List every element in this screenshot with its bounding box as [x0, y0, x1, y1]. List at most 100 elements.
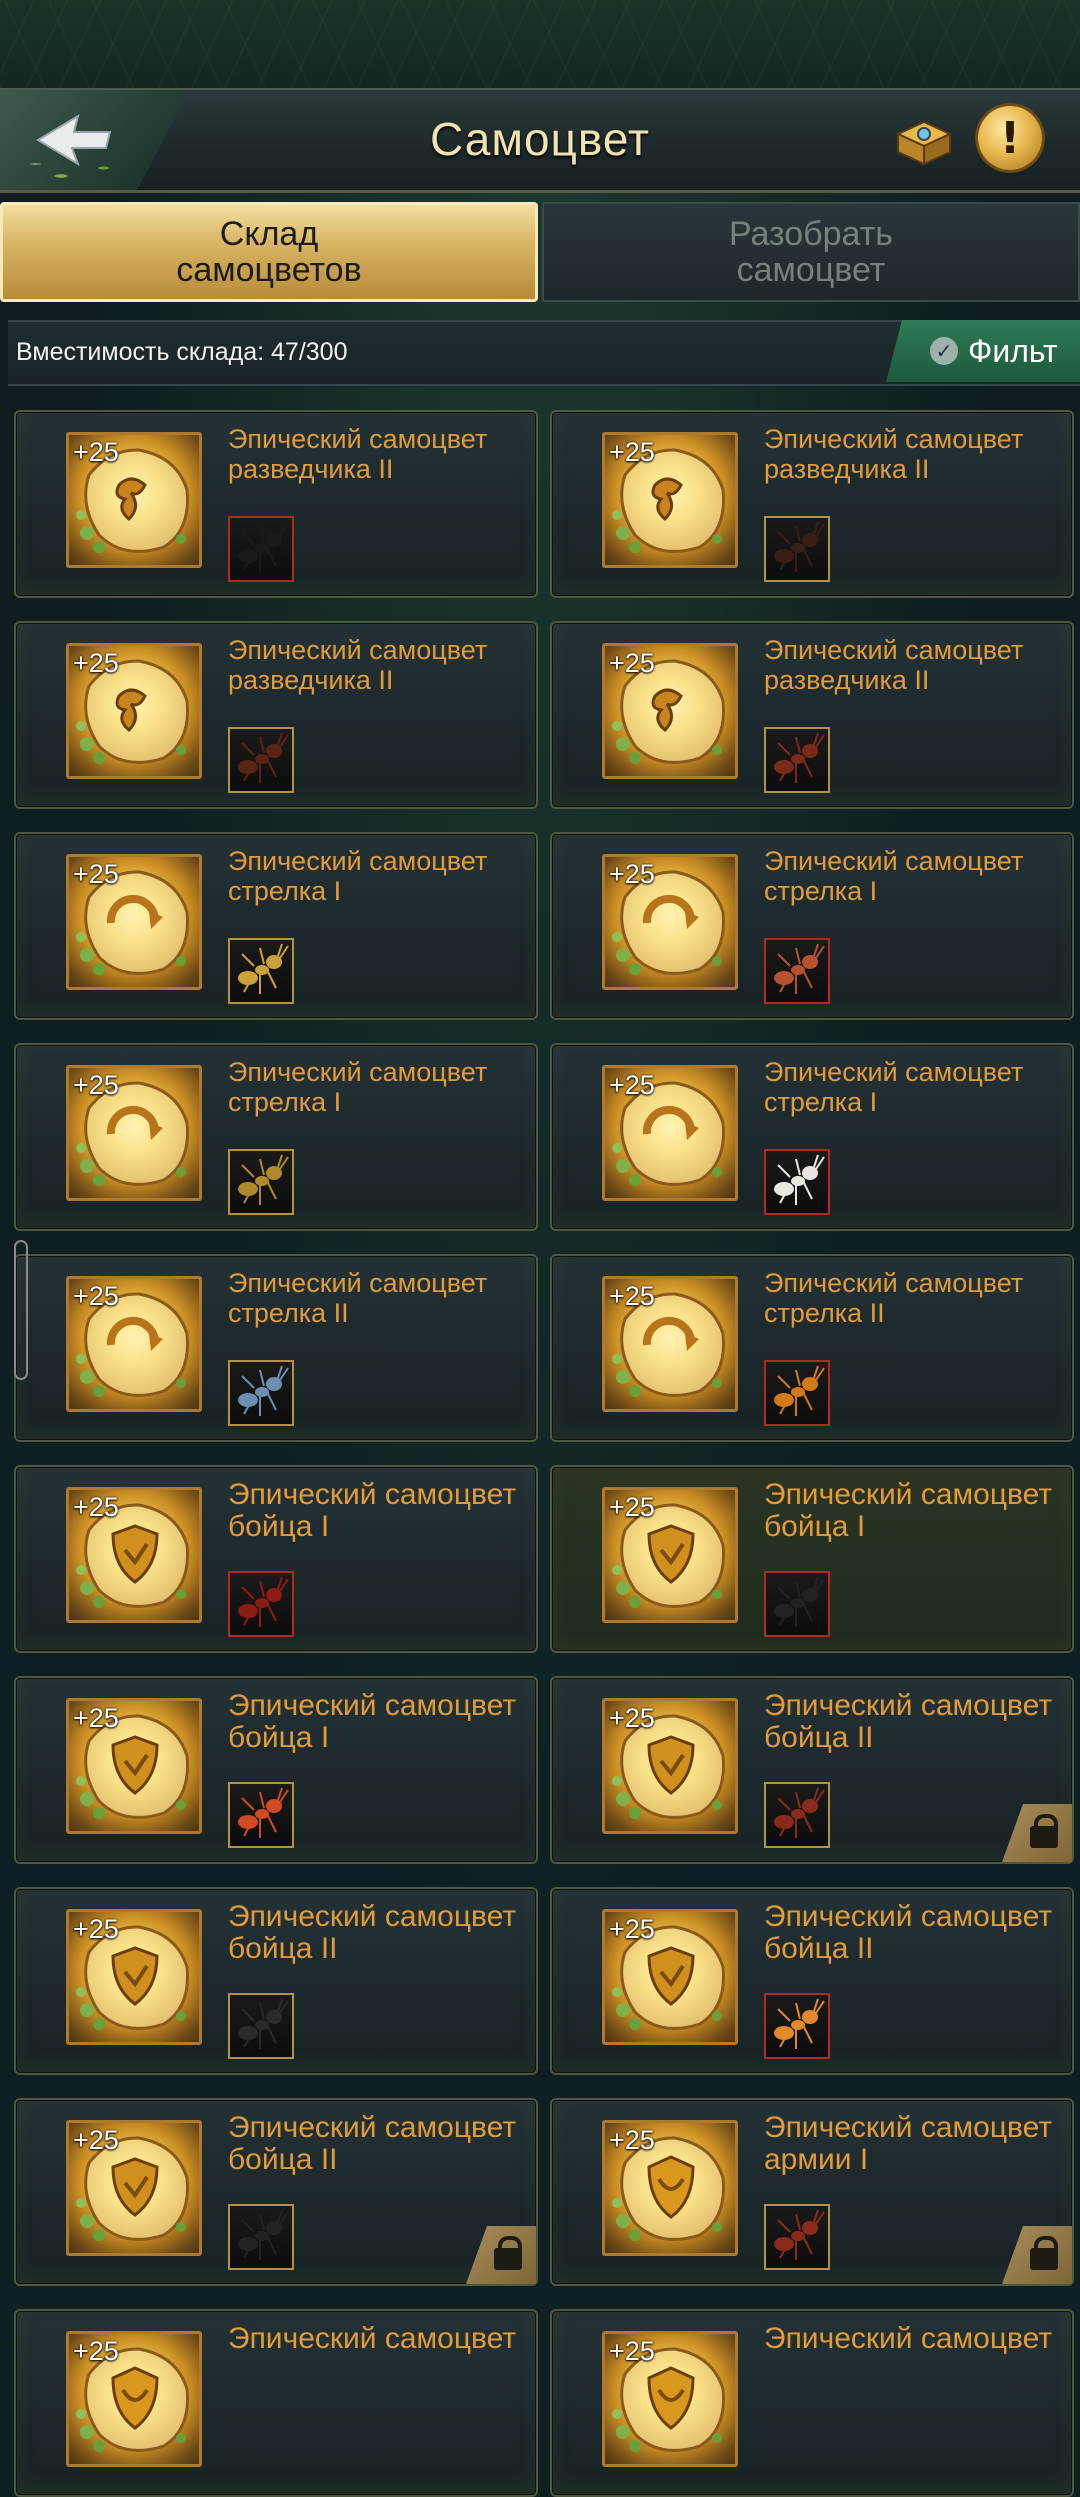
gem-image: +25: [602, 643, 738, 779]
gem-image: +25: [66, 1909, 202, 2045]
tab-disassemble-gem-label: Разобрать самоцвет: [728, 215, 894, 289]
gem-image: +25: [66, 1276, 202, 1412]
lock-icon: [1002, 2226, 1072, 2284]
filter-label: Фильт: [968, 332, 1058, 369]
ant-portrait-icon: [228, 727, 294, 793]
gem-card[interactable]: +25 Эпический самоцвет бойца I: [14, 1465, 538, 1653]
ant-portrait-icon: [764, 1149, 830, 1215]
gem-image: +25: [66, 432, 202, 568]
gem-title: Эпический самоцвет стрелка II: [764, 1268, 1024, 1328]
help-icon[interactable]: !: [978, 106, 1042, 170]
app-root: Самоцвет ! Склад самоцветов Разобрать са…: [0, 0, 1080, 2497]
gem-bonus: +25: [73, 1492, 119, 1522]
ant-portrait-icon: [228, 516, 294, 582]
gem-card[interactable]: +25 Эпический самоцвет разведчика II: [14, 410, 538, 598]
gem-card[interactable]: +25 Эпический самоцвет разведчика II: [14, 621, 538, 809]
gem-title: Эпический самоцвет: [228, 2322, 517, 2355]
ant-portrait-icon: [764, 516, 830, 582]
gem-image: +25: [602, 1065, 738, 1201]
gem-bonus: +25: [609, 437, 655, 467]
gem-bonus: +25: [73, 1281, 119, 1311]
gem-card[interactable]: +25 Эпический самоцвет: [550, 2309, 1074, 2497]
gem-card[interactable]: +25 Эпический самоцвет стрелка I: [550, 1043, 1074, 1231]
gem-card[interactable]: +25 Эпический самоцвет бойца II: [14, 2098, 538, 2286]
gem-card[interactable]: +25 Эпический самоцвет армии I: [550, 2098, 1074, 2286]
lock-icon: [1002, 1804, 1072, 1862]
scroll-handle[interactable]: [14, 1240, 28, 1380]
gem-image: +25: [602, 854, 738, 990]
gem-card[interactable]: +25 Эпический самоцвет стрелка II: [550, 1254, 1074, 1442]
ant-portrait-icon: [764, 727, 830, 793]
gem-title: Эпический самоцвет бойца II: [228, 1900, 517, 1965]
gem-bonus: +25: [73, 1070, 119, 1100]
gem-title: Эпический самоцвет армии I: [764, 2111, 1053, 2176]
gem-bonus: +25: [609, 859, 655, 889]
gem-title: Эпический самоцвет разведчика II: [764, 635, 1024, 695]
gem-image: +25: [602, 2120, 738, 2256]
ant-portrait-icon: [228, 1360, 294, 1426]
gem-title: Эпический самоцвет стрелка I: [228, 846, 488, 906]
gem-card[interactable]: +25 Эпический самоцвет бойца II: [550, 1887, 1074, 2075]
gem-card[interactable]: +25 Эпический самоцвет бойца I: [14, 1676, 538, 1864]
ant-portrait-icon: [764, 1360, 830, 1426]
gem-card[interactable]: +25 Эпический самоцвет стрелка II: [14, 1254, 538, 1442]
gem-card[interactable]: +25 Эпический самоцвет бойца I: [550, 1465, 1074, 1653]
gem-card[interactable]: +25 Эпический самоцвет стрелка I: [14, 1043, 538, 1231]
ant-portrait-icon: [764, 1782, 830, 1848]
gem-card[interactable]: +25 Эпический самоцвет бойца II: [550, 1676, 1074, 1864]
ant-portrait-icon: [228, 2204, 294, 2270]
ant-portrait-icon: [764, 938, 830, 1004]
gem-box-icon[interactable]: [892, 112, 956, 168]
ant-portrait-icon: [228, 1149, 294, 1215]
gem-image: +25: [602, 1909, 738, 2045]
tab-bar: Склад самоцветов Разобрать самоцвет: [0, 202, 1080, 306]
gem-card[interactable]: +25 Эпический самоцвет разведчика II: [550, 621, 1074, 809]
gem-image: +25: [66, 643, 202, 779]
ant-portrait-icon: [764, 1993, 830, 2059]
gem-title: Эпический самоцвет стрелка II: [228, 1268, 488, 1328]
check-icon: ✓: [930, 337, 958, 365]
gem-title: Эпический самоцвет бойца II: [764, 1900, 1053, 1965]
tab-disassemble-gem[interactable]: Разобрать самоцвет: [542, 202, 1080, 302]
ant-portrait-icon: [228, 1571, 294, 1637]
gem-title: Эпический самоцвет бойца II: [228, 2111, 517, 2176]
gem-title: Эпический самоцвет бойца I: [764, 1478, 1053, 1543]
gem-card[interactable]: +25 Эпический самоцвет стрелка I: [14, 832, 538, 1020]
gem-bonus: +25: [73, 859, 119, 889]
gem-card[interactable]: +25 Эпический самоцвет бойца II: [14, 1887, 538, 2075]
ant-portrait-icon: [764, 1571, 830, 1637]
gem-image: +25: [66, 1698, 202, 1834]
filter-button[interactable]: ✓ Фильт: [886, 320, 1080, 382]
gem-bonus: +25: [609, 1281, 655, 1311]
gem-card[interactable]: +25 Эпический самоцвет стрелка I: [550, 832, 1074, 1020]
gem-image: +25: [66, 1487, 202, 1623]
gem-bonus: +25: [609, 1703, 655, 1733]
gem-bonus: +25: [609, 2125, 655, 2155]
gem-image: +25: [66, 854, 202, 990]
gem-title: Эпический самоцвет бойца II: [764, 1689, 1053, 1754]
gem-title: Эпический самоцвет разведчика II: [228, 635, 488, 695]
storage-capacity-text: Вместимость склада: 47/300: [16, 338, 348, 366]
gem-bonus: +25: [73, 2125, 119, 2155]
gem-title: Эпический самоцвет стрелка I: [228, 1057, 488, 1117]
top-decoration: [0, 0, 1080, 88]
gem-bonus: +25: [609, 1914, 655, 1944]
gem-title: Эпический самоцвет стрелка I: [764, 1057, 1024, 1117]
gem-card[interactable]: +25 Эпический самоцвет: [14, 2309, 538, 2497]
ant-portrait-icon: [764, 2204, 830, 2270]
gem-image: +25: [66, 2331, 202, 2467]
gem-title: Эпический самоцвет разведчика II: [228, 424, 488, 484]
lock-icon: [466, 2226, 536, 2284]
gem-title: Эпический самоцвет бойца I: [228, 1478, 517, 1543]
gem-title: Эпический самоцвет бойца I: [228, 1689, 517, 1754]
gem-bonus: +25: [609, 1070, 655, 1100]
gem-image: +25: [602, 1276, 738, 1412]
gem-bonus: +25: [73, 648, 119, 678]
gem-bonus: +25: [73, 2336, 119, 2366]
gem-title: Эпический самоцвет разведчика II: [764, 424, 1024, 484]
gem-image: +25: [66, 2120, 202, 2256]
gem-image: +25: [602, 2331, 738, 2467]
tab-gem-storage[interactable]: Склад самоцветов: [0, 202, 538, 302]
gem-card[interactable]: +25 Эпический самоцвет разведчика II: [550, 410, 1074, 598]
gem-title: Эпический самоцвет стрелка I: [764, 846, 1024, 906]
